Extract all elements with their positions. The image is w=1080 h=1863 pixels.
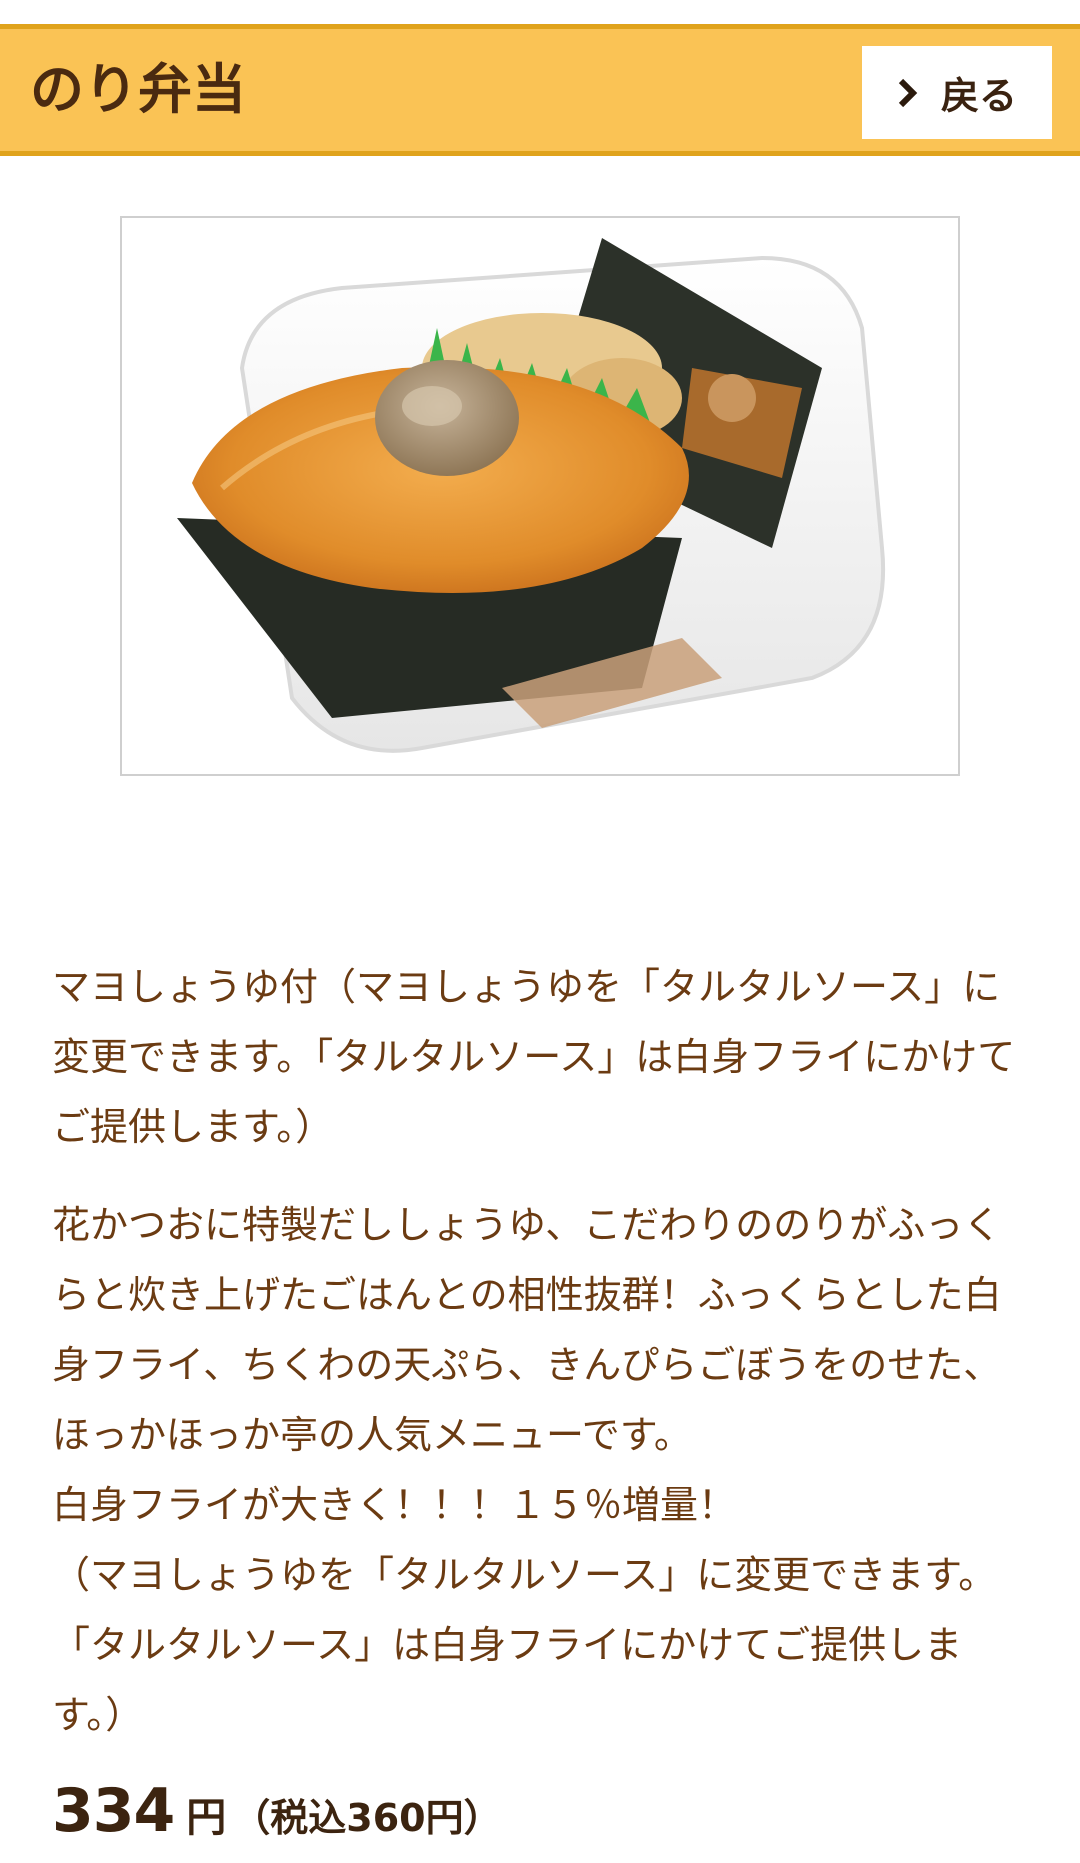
price: 334 円 （税込360円） bbox=[52, 1776, 502, 1856]
chevron-right-icon bbox=[898, 78, 918, 107]
price-tax-included: （税込360円） bbox=[232, 1796, 502, 1840]
product-photo bbox=[120, 216, 960, 776]
description-line: 白身フライが大きく！！！１５％増量！ bbox=[52, 1483, 737, 1527]
bento-photo-icon bbox=[177, 238, 886, 753]
page-header: のり弁当 戻る bbox=[0, 24, 1080, 156]
product-description: 花かつおに特製だししょうゆ、こだわりののりがふっくらと炊き上げたごはんとの相性抜… bbox=[52, 1190, 1032, 1750]
price-value: 334 bbox=[52, 1776, 175, 1846]
page-title: のり弁当 bbox=[30, 58, 246, 121]
description-line: 花かつおに特製だししょうゆ、こだわりののりがふっくらと炊き上げたごはんとの相性抜… bbox=[52, 1203, 1002, 1457]
topping-note: マヨしょうゆ付（マヨしょうゆを「タルタルソース」に変更できます。「タルタルソース… bbox=[52, 965, 1016, 1149]
description-line: （マヨしょうゆを「タルタルソース」に変更できます。「タルタルソース」は白身フライ… bbox=[52, 1553, 997, 1737]
price-unit: 円 bbox=[186, 1795, 227, 1841]
back-button-label: 戻る bbox=[940, 74, 1017, 118]
back-button[interactable]: 戻る bbox=[862, 46, 1052, 139]
